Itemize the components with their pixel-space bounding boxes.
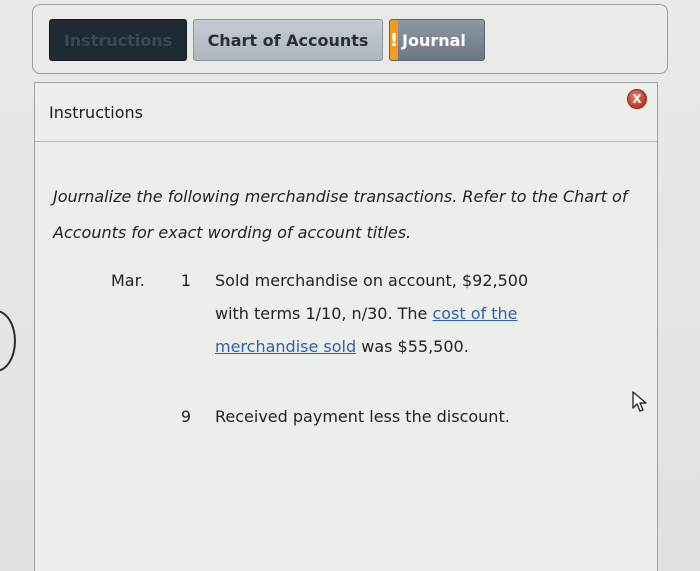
- close-icon: X: [632, 92, 642, 106]
- transaction-month: Mar.: [111, 271, 145, 290]
- mouse-pointer-icon: [632, 391, 647, 412]
- transaction-description: Received payment less the discount.: [215, 400, 555, 433]
- app-window: Instructions Chart of Accounts ! Journal…: [0, 0, 700, 571]
- instructions-text: Journalize the following merchandise tra…: [53, 187, 628, 242]
- panel-header: Instructions X: [35, 83, 657, 142]
- transaction-text-after: was $55,500.: [361, 337, 469, 356]
- transaction-day: 1: [180, 271, 191, 290]
- decorative-arc: [0, 310, 16, 372]
- tab-chart-of-accounts-label: Chart of Accounts: [207, 30, 369, 50]
- panel-body: Journalize the following merchandise tra…: [53, 179, 643, 426]
- transaction-description: Sold merchandise on account, $92,500 wit…: [215, 264, 555, 363]
- transaction-day: 9: [180, 407, 191, 426]
- transaction-text-before: Received payment less the discount.: [215, 407, 510, 426]
- instructions-panel: Instructions X Journalize the following …: [34, 82, 658, 571]
- alert-icon: !: [390, 20, 398, 60]
- tab-journal-label: Journal: [402, 30, 466, 50]
- panel-title: Instructions: [49, 103, 143, 122]
- tab-instructions[interactable]: Instructions: [49, 19, 187, 61]
- tab-bar: Instructions Chart of Accounts ! Journal: [32, 4, 668, 74]
- tab-journal[interactable]: ! Journal: [389, 19, 485, 61]
- close-button[interactable]: X: [627, 89, 647, 109]
- tab-instructions-label: Instructions: [63, 30, 173, 50]
- tab-chart-of-accounts[interactable]: Chart of Accounts: [193, 19, 383, 61]
